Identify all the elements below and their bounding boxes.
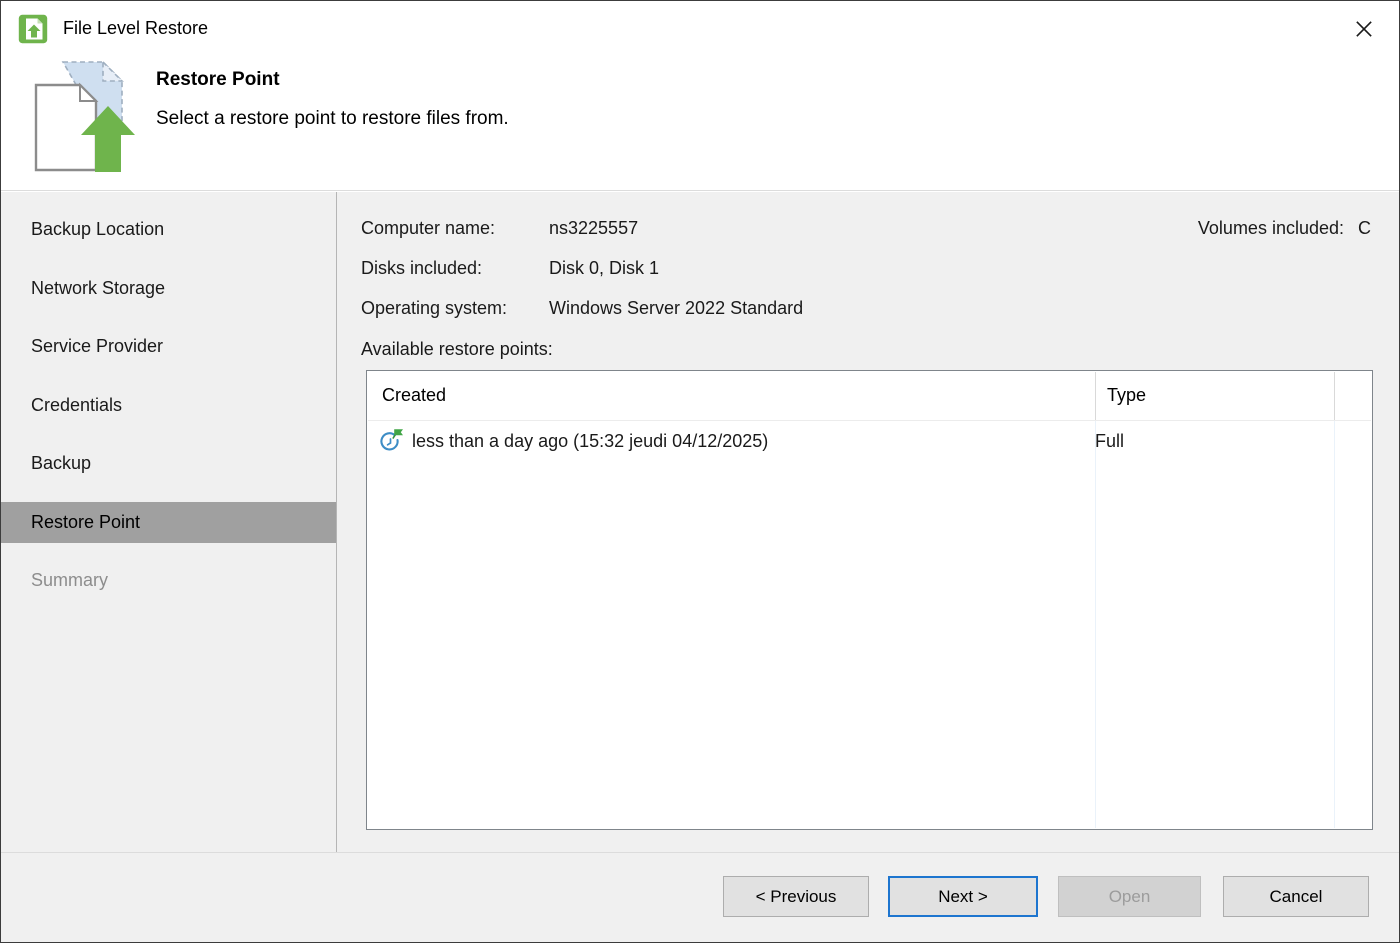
operating-system-label: Operating system: xyxy=(361,298,549,319)
titlebar: File Level Restore xyxy=(1,1,1399,56)
sidebar-item-backup[interactable]: Backup xyxy=(1,443,336,484)
column-separator[interactable] xyxy=(1095,372,1096,420)
restore-point-row[interactable]: less than a day ago (15:32 jeudi 04/12/2… xyxy=(368,421,1371,461)
disks-included-label: Disks included: xyxy=(361,258,549,279)
restore-point-created-cell: less than a day ago (15:32 jeudi 04/12/2… xyxy=(368,428,1083,454)
volumes-included-value: C xyxy=(1358,218,1371,238)
computer-name-row: Computer name:ns3225557 xyxy=(361,218,638,239)
computer-name-label: Computer name: xyxy=(361,218,549,239)
previous-button[interactable]: < Previous xyxy=(723,876,869,917)
sidebar-item-summary: Summary xyxy=(1,560,336,601)
step-title: Restore Point xyxy=(156,69,280,91)
volumes-included-row: Volumes included: C xyxy=(1198,218,1371,239)
sidebar-item-network-storage[interactable]: Network Storage xyxy=(1,268,336,309)
wizard-footer: < Previous Next > Open Cancel xyxy=(1,852,1399,942)
disks-included-value: Disk 0, Disk 1 xyxy=(549,258,659,278)
close-icon xyxy=(1353,18,1375,40)
restore-points-table: Created Type xyxy=(366,370,1373,830)
sidebar-item-credentials[interactable]: Credentials xyxy=(1,385,336,426)
app-icon xyxy=(18,14,48,44)
file-level-restore-dialog: File Level Restore Restore Point Select … xyxy=(0,0,1400,943)
volumes-included-label: Volumes included: xyxy=(1198,218,1344,238)
restore-point-clock-icon xyxy=(380,428,404,454)
sidebar-item-backup-location[interactable]: Backup Location xyxy=(1,209,336,250)
column-header-created[interactable]: Created xyxy=(382,371,446,420)
available-restore-points-label: Available restore points: xyxy=(361,339,553,360)
wizard-steps-sidebar: Backup Location Network Storage Service … xyxy=(1,192,337,854)
column-gridline xyxy=(1334,421,1335,828)
sidebar-item-restore-point[interactable]: Restore Point xyxy=(1,502,336,543)
computer-name-value: ns3225557 xyxy=(549,218,638,238)
column-gridline xyxy=(1095,421,1096,828)
wizard-body: Backup Location Network Storage Service … xyxy=(1,192,1399,854)
column-header-type[interactable]: Type xyxy=(1107,371,1146,420)
restore-files-icon xyxy=(27,58,141,174)
column-separator[interactable] xyxy=(1334,372,1335,420)
step-subtitle: Select a restore point to restore files … xyxy=(156,108,509,130)
window-title: File Level Restore xyxy=(63,18,208,39)
close-button[interactable] xyxy=(1343,11,1385,47)
wizard-header: Restore Point Select a restore point to … xyxy=(1,56,1399,191)
sidebar-item-service-provider[interactable]: Service Provider xyxy=(1,326,336,367)
disks-included-row: Disks included:Disk 0, Disk 1 xyxy=(361,258,659,279)
restore-point-type-cell: Full xyxy=(1083,431,1124,452)
next-button[interactable]: Next > xyxy=(888,876,1038,917)
operating-system-value: Windows Server 2022 Standard xyxy=(549,298,803,318)
operating-system-row: Operating system:Windows Server 2022 Sta… xyxy=(361,298,803,319)
restore-point-panel: Computer name:ns3225557 Disks included:D… xyxy=(338,192,1399,854)
restore-point-created-text: less than a day ago (15:32 jeudi 04/12/2… xyxy=(412,431,768,452)
open-button: Open xyxy=(1058,876,1201,917)
cancel-button[interactable]: Cancel xyxy=(1223,876,1369,917)
